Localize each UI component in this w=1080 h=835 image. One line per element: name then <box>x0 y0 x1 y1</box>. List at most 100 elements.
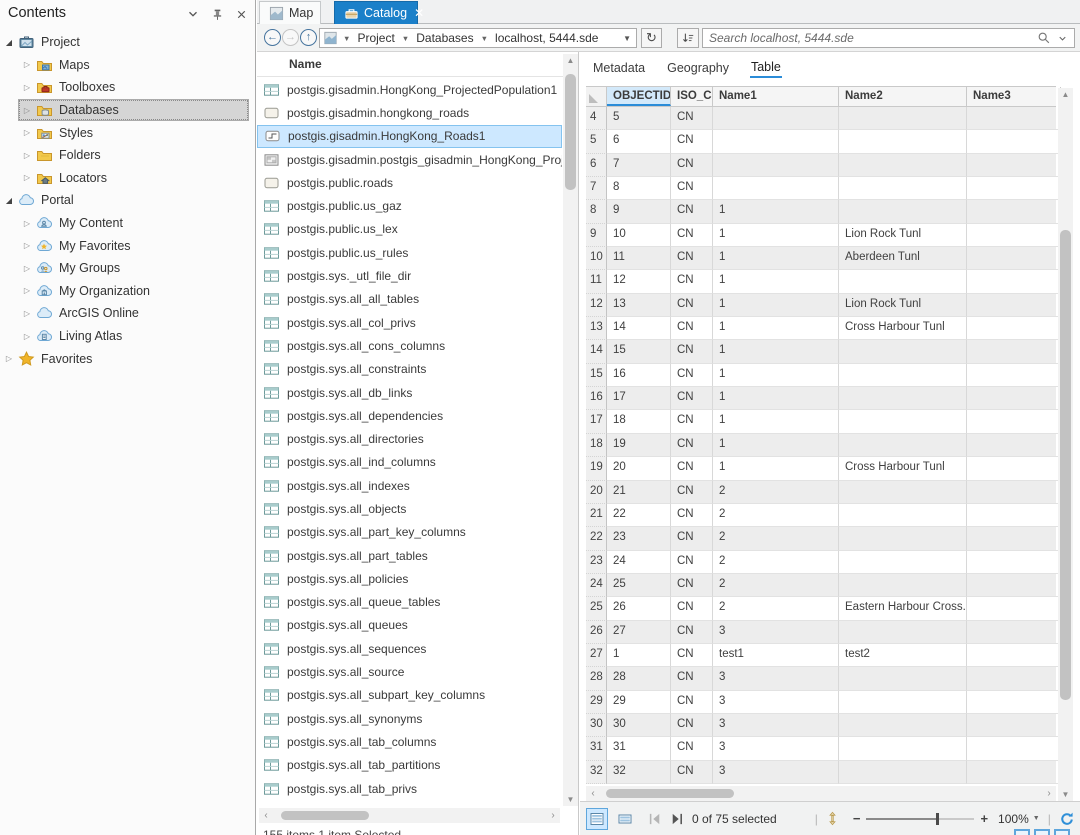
name-column-header[interactable]: Name <box>257 52 564 77</box>
pane-menu-chevron-icon[interactable] <box>185 6 201 22</box>
view-toggle-buttons-clipped[interactable] <box>1014 829 1070 835</box>
row-number-cell[interactable]: 30 <box>586 714 607 737</box>
catalog-item[interactable]: postgis.sys.all_tab_privs <box>257 777 562 800</box>
tab-close-icon[interactable]: ✕ <box>414 7 424 19</box>
catalog-item[interactable]: postgis.gisadmin.HongKong_Roads1 <box>257 125 562 148</box>
caret-collapsed-icon[interactable]: ▷ <box>22 241 32 250</box>
caret-collapsed-icon[interactable]: ▷ <box>22 309 32 318</box>
catalog-item[interactable]: postgis.sys.all_source <box>257 660 562 683</box>
table-horizontal-scrollbar[interactable]: ‹ › <box>586 786 1056 801</box>
table-row[interactable]: 56CN <box>586 130 1056 153</box>
row-number-cell[interactable]: 8 <box>586 200 607 223</box>
zoom-slider-handle[interactable] <box>936 813 939 825</box>
tree-item-locators[interactable]: ▷Locators <box>0 167 253 190</box>
row-height-icon[interactable] <box>826 811 839 826</box>
show-selected-records-button[interactable] <box>614 808 636 830</box>
row-number-cell[interactable]: 29 <box>586 691 607 714</box>
row-number-cell[interactable]: 12 <box>586 294 607 317</box>
catalog-item[interactable]: postgis.sys.all_subpart_key_columns <box>257 684 562 707</box>
table-row[interactable]: 2122CN2 <box>586 504 1056 527</box>
row-number-cell[interactable]: 24 <box>586 574 607 597</box>
table-row[interactable]: 1516CN1 <box>586 364 1056 387</box>
zoom-in-button[interactable]: + <box>980 811 988 826</box>
tree-item-folders[interactable]: ▷Folders <box>0 144 253 167</box>
caret-collapsed-icon[interactable]: ▷ <box>22 60 32 69</box>
row-number-cell[interactable]: 13 <box>586 317 607 340</box>
breadcrumb-project[interactable]: Project <box>355 31 396 45</box>
scroll-right-icon[interactable]: › <box>546 810 560 821</box>
catalog-item[interactable]: postgis.sys.all_constraints <box>257 358 562 381</box>
breadcrumb-databases[interactable]: Databases <box>414 31 475 45</box>
scroll-down-icon[interactable]: ▼ <box>1058 790 1073 799</box>
catalog-item[interactable]: postgis.gisadmin.hongkong_roads <box>257 101 562 124</box>
table-row[interactable]: 271CNtest1test2 <box>586 644 1056 667</box>
catalog-item[interactable]: postgis.sys.all_tab_columns <box>257 730 562 753</box>
tab-map[interactable]: Map <box>259 1 321 24</box>
scrollbar-thumb[interactable] <box>1060 230 1071 700</box>
breadcrumb-connection[interactable]: localhost, 5444.sde <box>493 31 600 45</box>
pin-icon[interactable] <box>209 6 225 22</box>
caret-collapsed-icon[interactable]: ▷ <box>4 354 14 363</box>
back-button[interactable]: ← <box>264 29 281 46</box>
tab-metadata[interactable]: Metadata <box>592 59 646 77</box>
up-button[interactable]: ↑ <box>300 29 317 46</box>
table-row[interactable]: 2828CN3 <box>586 667 1056 690</box>
row-number-cell[interactable]: 9 <box>586 224 607 247</box>
caret-collapsed-icon[interactable]: ▷ <box>22 83 32 92</box>
catalog-item[interactable]: postgis.public.us_lex <box>257 218 562 241</box>
catalog-item[interactable]: postgis.sys.all_ind_columns <box>257 451 562 474</box>
browser-horizontal-scrollbar[interactable]: ‹ › <box>259 808 560 823</box>
scrollbar-thumb[interactable] <box>606 789 734 798</box>
catalog-item[interactable]: postgis.public.us_rules <box>257 241 562 264</box>
chevron-down-icon[interactable]: ▼ <box>397 34 414 43</box>
table-row[interactable]: 1415CN1 <box>586 340 1056 363</box>
table-row[interactable]: 1314CN1Cross Harbour Tunl <box>586 317 1056 340</box>
caret-expanded-icon[interactable]: ◢ <box>4 196 14 205</box>
table-row[interactable]: 1112CN1 <box>586 270 1056 293</box>
row-number-cell[interactable]: 11 <box>586 270 607 293</box>
row-number-cell[interactable]: 4 <box>586 107 607 130</box>
zoom-level-dropdown[interactable]: 100% ▼ <box>998 812 1040 826</box>
table-row[interactable]: 2627CN3 <box>586 621 1056 644</box>
catalog-item[interactable]: postgis.sys.all_col_privs <box>257 311 562 334</box>
column-header-iso-cc[interactable]: ISO_CC <box>671 87 713 106</box>
caret-collapsed-icon[interactable]: ▷ <box>22 332 32 341</box>
catalog-item[interactable]: postgis.sys.all_all_tables <box>257 288 562 311</box>
caret-collapsed-icon[interactable]: ▷ <box>22 173 32 182</box>
catalog-item[interactable]: postgis.sys.all_objects <box>257 497 562 520</box>
row-number-cell[interactable]: 32 <box>586 761 607 784</box>
row-number-cell[interactable]: 28 <box>586 667 607 690</box>
row-number-cell[interactable]: 23 <box>586 551 607 574</box>
catalog-item[interactable]: postgis.gisadmin.HongKong_ProjectedPopul… <box>257 78 562 101</box>
tree-item-arcgis-online[interactable]: ▷ArcGIS Online <box>0 302 253 325</box>
column-header-name2[interactable]: Name2 <box>839 87 967 106</box>
breadcrumb-dropdown-icon[interactable]: ▼ <box>623 34 636 43</box>
zoom-slider[interactable] <box>866 818 974 820</box>
column-header-name3[interactable]: Name3 <box>967 87 1061 106</box>
row-number-cell[interactable]: 5 <box>586 130 607 153</box>
scroll-left-icon[interactable]: ‹ <box>259 810 273 821</box>
search-input[interactable] <box>703 31 1037 45</box>
forward-button[interactable]: → <box>282 29 299 46</box>
chevron-down-icon[interactable]: ▼ <box>476 34 493 43</box>
row-number-cell[interactable]: 7 <box>586 177 607 200</box>
catalog-item[interactable]: postgis.sys.all_part_tables <box>257 544 562 567</box>
caret-collapsed-icon[interactable]: ▷ <box>22 286 32 295</box>
row-number-cell[interactable]: 21 <box>586 504 607 527</box>
close-pane-icon[interactable] <box>233 6 249 22</box>
table-row[interactable]: 3232CN3 <box>586 761 1056 784</box>
row-number-cell[interactable]: 18 <box>586 434 607 457</box>
row-number-cell[interactable]: 14 <box>586 340 607 363</box>
last-record-icon[interactable] <box>670 813 684 825</box>
table-row[interactable]: 1718CN1 <box>586 410 1056 433</box>
caret-collapsed-icon[interactable]: ▷ <box>22 219 32 228</box>
table-row[interactable]: 1819CN1 <box>586 434 1056 457</box>
tree-item-living-atlas[interactable]: ▷Living Atlas <box>0 325 253 348</box>
select-all-corner[interactable] <box>586 87 607 106</box>
table-row[interactable]: 2526CN2Eastern Harbour Cross... <box>586 597 1056 620</box>
table-row[interactable]: 1213CN1Lion Rock Tunl <box>586 294 1056 317</box>
table-row[interactable]: 2929CN3 <box>586 691 1056 714</box>
search-icon[interactable] <box>1037 31 1051 45</box>
row-number-cell[interactable]: 22 <box>586 527 607 550</box>
row-number-cell[interactable]: 27 <box>586 644 607 667</box>
